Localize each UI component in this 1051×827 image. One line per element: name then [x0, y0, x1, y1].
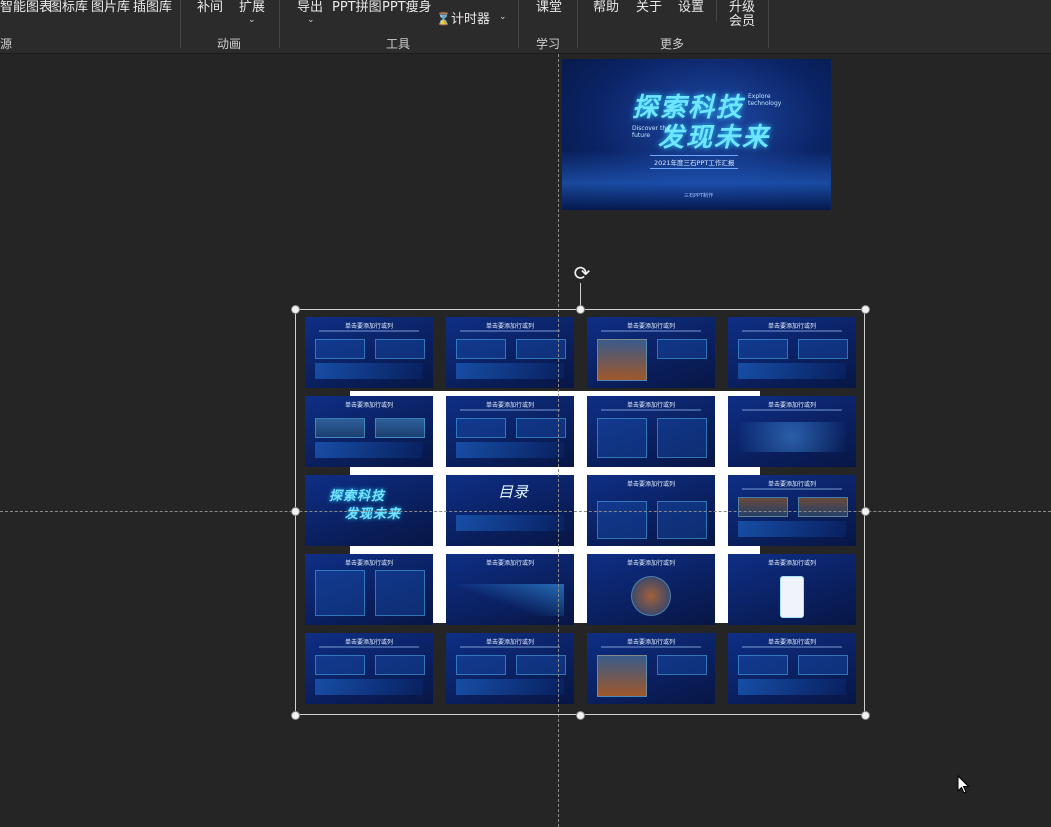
group-label-animation: 动画 — [217, 37, 242, 51]
ribbon-separator — [518, 0, 519, 48]
about-button[interactable]: 关于 — [636, 0, 662, 15]
ppt-slim-button[interactable]: PPT瘦身 — [382, 0, 432, 15]
group-label-more: 更多 — [660, 37, 685, 51]
chevron-down-icon[interactable]: ⌄ — [499, 12, 507, 22]
settings-button[interactable]: 设置 — [678, 0, 704, 15]
ribbon-separator — [180, 0, 181, 48]
ribbon-separator — [279, 0, 280, 48]
chevron-down-icon[interactable]: ⌄ — [248, 15, 256, 25]
ribbon-toolbar: 智能图表 图标库 图片库 插图库 源 补间 扩展 ⌄ 动画 导出 ⌄ PPT拼图… — [0, 0, 1051, 54]
timer-button[interactable]: 计时器 — [451, 12, 490, 27]
cover-slide[interactable]: 探索科技 发现未来 Explore technology Discover th… — [562, 59, 831, 210]
resize-handle-left[interactable] — [291, 507, 300, 516]
group-label-resources: 源 — [0, 37, 13, 51]
resize-handle-top-left[interactable] — [291, 305, 300, 314]
resize-handle-bottom[interactable] — [576, 711, 585, 720]
extend-button[interactable]: 扩展 — [239, 0, 265, 15]
resize-handle-bottom-left[interactable] — [291, 711, 300, 720]
smart-chart-button[interactable]: 智能图表 — [0, 0, 52, 15]
selection-frame — [295, 309, 865, 715]
picture-library-button[interactable]: 图片库 — [91, 0, 130, 15]
resize-handle-right[interactable] — [861, 507, 870, 516]
cover-subtitle: 2021年度三石PPT工作汇报 — [650, 155, 739, 169]
mouse-pointer-icon — [957, 775, 970, 794]
resize-handle-bottom-right[interactable] — [861, 711, 870, 720]
hourglass-icon: ⌛ — [436, 12, 451, 26]
ppt-collage-button[interactable]: PPT拼图 — [332, 0, 382, 15]
export-button[interactable]: 导出 — [297, 0, 323, 15]
upgrade-member-button-line2[interactable]: 会员 — [729, 14, 755, 29]
help-button[interactable]: 帮助 — [593, 0, 619, 15]
rotate-handle-icon[interactable]: ⟳ — [571, 262, 593, 284]
classroom-button[interactable]: 课堂 — [536, 0, 562, 15]
tween-button[interactable]: 补间 — [197, 0, 223, 15]
cover-title-line2: 发现未来 — [658, 123, 771, 153]
ribbon-separator — [768, 0, 769, 48]
cover-english-2: Discover the future — [632, 125, 670, 139]
resize-handle-top[interactable] — [576, 305, 585, 314]
group-label-learning: 学习 — [536, 37, 561, 51]
resize-handle-top-right[interactable] — [861, 305, 870, 314]
upgrade-member-button-line1[interactable]: 升级 — [729, 0, 755, 15]
ribbon-separator — [577, 0, 578, 48]
ribbon-separator — [716, 0, 717, 22]
cover-brand: 三石PPT制作 — [684, 193, 714, 199]
chevron-down-icon[interactable]: ⌄ — [307, 15, 315, 25]
icon-library-button[interactable]: 图标库 — [49, 0, 88, 15]
cover-english-1: Explore technology — [748, 93, 782, 107]
illustration-library-button[interactable]: 插图库 — [133, 0, 172, 15]
slide-canvas[interactable]: 探索科技 发现未来 Explore technology Discover th… — [0, 54, 1051, 827]
group-label-tools: 工具 — [386, 37, 411, 51]
